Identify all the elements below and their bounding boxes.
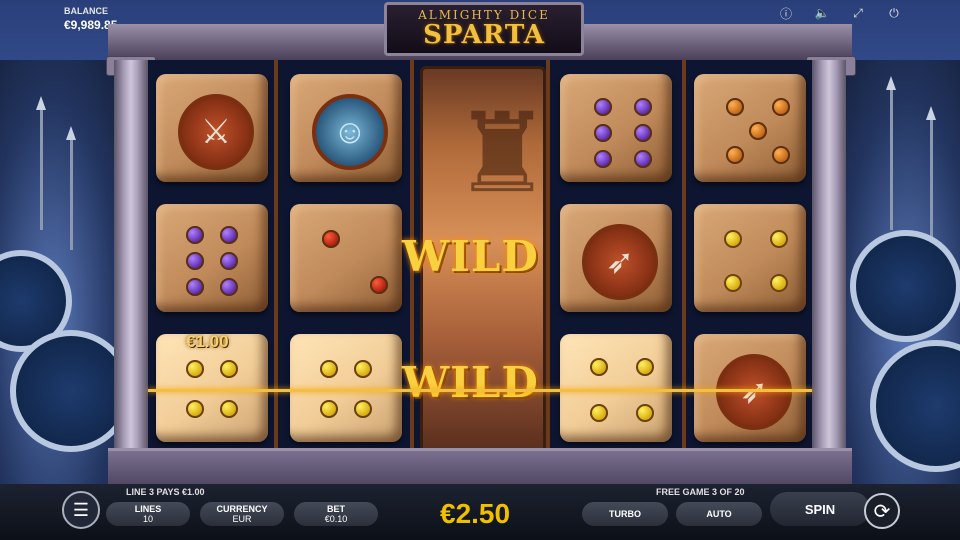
line-win-amount: €1.00 — [186, 332, 229, 351]
spear-icon: ➶ — [716, 354, 792, 430]
spear-medallion-symbol: ➶ — [694, 334, 806, 442]
sword-icon: ⚔ — [178, 94, 254, 170]
power-icon[interactable]: ⏻ — [886, 6, 902, 20]
bet-value: €0.10 — [324, 514, 348, 524]
spear-decoration — [926, 106, 936, 240]
lines-value: 10 — [142, 514, 153, 524]
auto-label: AUTO — [706, 509, 732, 519]
spear-decoration — [886, 76, 896, 230]
hamburger-icon: ☰ — [72, 499, 90, 520]
auto-button[interactable]: AUTO — [676, 502, 762, 526]
line-win-info: LINE 3 PAYS €1.00 — [126, 487, 205, 497]
pillar-left — [114, 60, 148, 450]
currency-label: CURRENCY — [216, 504, 268, 514]
purple-dice-symbol — [156, 204, 268, 312]
red-dice-symbol — [290, 204, 402, 312]
spear-decoration — [66, 126, 76, 250]
bet-selector[interactable]: BET €0.10 — [294, 502, 378, 526]
refresh-icon: ⟳ — [873, 500, 891, 523]
menu-button[interactable]: ☰ — [62, 491, 100, 529]
shield-decoration — [850, 230, 960, 342]
total-bet-amount: €2.50 — [440, 498, 511, 529]
currency-selector[interactable]: CURRENCY EUR — [200, 502, 284, 526]
free-game-counter: FREE GAME 3 OF 20 — [656, 487, 745, 497]
medusa-icon: ☺ — [312, 94, 388, 170]
lines-label: LINES — [134, 504, 162, 514]
wild-label: WILD — [402, 232, 539, 281]
wild-label: WILD — [402, 358, 539, 407]
purple-dice-symbol — [560, 74, 672, 182]
background-left-warriors — [0, 60, 132, 500]
fullscreen-icon[interactable]: ⤢ — [850, 6, 866, 20]
yellow-dice-symbol — [694, 204, 806, 312]
sound-icon[interactable]: 🔈 — [814, 6, 830, 20]
lines-selector[interactable]: LINES 10 — [106, 502, 190, 526]
spear-icon: ➶ — [582, 224, 658, 300]
game-logo: ALMIGHTY DICE SPARTA — [384, 2, 584, 56]
pillar-right — [812, 60, 846, 450]
refresh-button[interactable]: ⟳ — [864, 493, 900, 529]
spartan-warrior-icon: ♜ — [453, 92, 552, 215]
top-icon-bar: ⓘ 🔈 ⤢ ⏻ — [778, 6, 902, 21]
shield-decoration — [870, 340, 960, 472]
turbo-button[interactable]: TURBO — [582, 502, 668, 526]
balance-label: BALANCE — [64, 6, 108, 16]
yellow-dice-symbol — [290, 334, 402, 442]
currency-value: EUR — [232, 514, 252, 524]
temple-frame-bottom — [108, 448, 852, 487]
winning-payline — [148, 389, 812, 392]
logo-title: SPARTA — [423, 20, 545, 50]
info-icon[interactable]: ⓘ — [778, 6, 794, 21]
spin-label: SPIN — [804, 501, 836, 517]
yellow-dice-symbol — [560, 334, 672, 442]
spear-decoration — [36, 96, 46, 230]
medusa-medallion-symbol: ☺ — [290, 74, 402, 182]
spear-medallion-symbol: ➶ — [560, 204, 672, 312]
background-right-warriors — [830, 60, 960, 500]
orange-dice-symbol — [694, 74, 806, 182]
turbo-label: TURBO — [609, 509, 641, 519]
sword-medallion-symbol: ⚔ — [156, 74, 268, 182]
bet-label: BET — [327, 504, 345, 514]
spin-button[interactable]: SPIN — [770, 492, 870, 526]
